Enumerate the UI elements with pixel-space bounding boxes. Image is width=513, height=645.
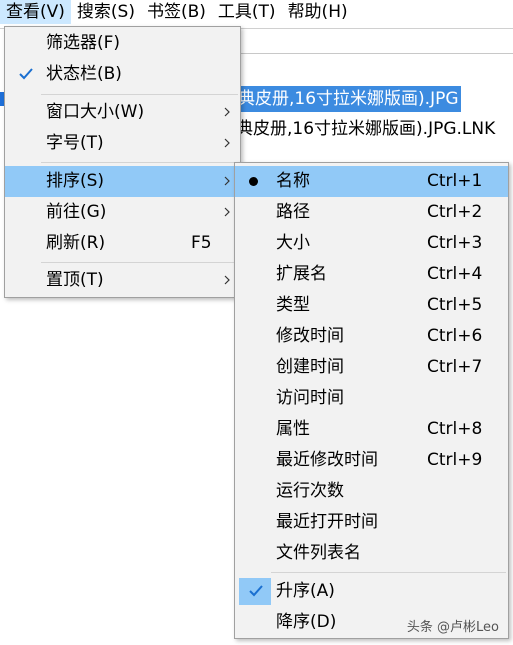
menu-separator bbox=[271, 572, 506, 573]
menu-item-label: 窗口大小(W) bbox=[46, 102, 145, 122]
chevron-right-icon bbox=[224, 138, 230, 148]
sort-menu-item[interactable]: 修改时间 Ctrl+6 bbox=[235, 321, 508, 352]
menu-item-label: 前往(G) bbox=[46, 202, 107, 222]
app-window: 查看(V) 搜索(S) 书签(B) 工具(T) 帮助(H) 典皮册,16寸拉米娜… bbox=[0, 0, 513, 645]
checkmark-icon bbox=[249, 585, 263, 597]
menu-help[interactable]: 帮助(H) bbox=[282, 0, 354, 24]
menu-item-window-size[interactable]: 窗口大小(W) bbox=[5, 97, 240, 128]
search-input[interactable] bbox=[240, 29, 513, 54]
chevron-right-icon bbox=[224, 275, 230, 285]
menu-item-shortcut: Ctrl+4 bbox=[427, 264, 483, 284]
menu-item-font-size[interactable]: 字号(T) bbox=[5, 128, 240, 159]
menu-item-label: 字号(T) bbox=[46, 133, 104, 153]
sort-menu-item[interactable]: 扩展名 Ctrl+4 bbox=[235, 259, 508, 290]
menu-item-label: 状态栏(B) bbox=[46, 64, 122, 84]
menu-bar: 查看(V) 搜索(S) 书签(B) 工具(T) 帮助(H) bbox=[0, 0, 513, 24]
chevron-right-icon bbox=[224, 107, 230, 117]
menu-item-label: 类型 bbox=[276, 295, 310, 315]
menu-item-label: 置顶(T) bbox=[46, 270, 104, 290]
menu-item-shortcut: Ctrl+1 bbox=[427, 171, 483, 191]
menu-item-label: 创建时间 bbox=[276, 357, 344, 377]
menu-item-goto[interactable]: 前往(G) bbox=[5, 197, 240, 228]
view-menu: 筛选器(F) 状态栏(B) 窗口大小(W) 字号(T) 排序(S) 前往(G) … bbox=[4, 26, 241, 298]
menu-separator bbox=[41, 262, 238, 263]
sort-submenu: 名称 Ctrl+1 路径 Ctrl+2 大小 Ctrl+3 扩展名 Ctrl+4 类型 Ctrl+… bbox=[234, 162, 509, 639]
menu-bookmarks[interactable]: 书签(B) bbox=[141, 0, 212, 24]
menu-item-label: 最近修改时间 bbox=[276, 450, 378, 470]
watermark: 头条 @卢彬Leo bbox=[406, 620, 499, 635]
sort-menu-item[interactable]: 大小 Ctrl+3 bbox=[235, 228, 508, 259]
menu-item-shortcut: Ctrl+9 bbox=[427, 450, 483, 470]
menu-item-label: 升序(A) bbox=[276, 581, 335, 601]
menu-item-sort[interactable]: 排序(S) bbox=[5, 166, 240, 197]
menu-tools[interactable]: 工具(T) bbox=[212, 0, 282, 24]
menu-item-label: 访问时间 bbox=[276, 388, 344, 408]
menu-view[interactable]: 查看(V) bbox=[0, 0, 71, 24]
menu-item-label: 最近打开时间 bbox=[276, 512, 378, 532]
file-name: 典皮册,16寸拉米娜版画).JPG.LNK bbox=[236, 119, 496, 139]
menu-item-label: 降序(D) bbox=[276, 612, 337, 632]
menu-item-label: 刷新(R) bbox=[46, 233, 106, 253]
menu-item-label: 名称 bbox=[276, 171, 310, 191]
sort-menu-item[interactable]: 最近打开时间 bbox=[235, 507, 508, 538]
menu-separator bbox=[41, 94, 238, 95]
sort-menu-item[interactable]: 最近修改时间 Ctrl+9 bbox=[235, 445, 508, 476]
menu-item-pin[interactable]: 置顶(T) bbox=[5, 265, 240, 296]
chevron-right-icon bbox=[224, 207, 230, 217]
menu-item-shortcut: Ctrl+3 bbox=[427, 233, 483, 253]
radio-bullet-icon bbox=[249, 177, 258, 186]
menu-item-filter[interactable]: 筛选器(F) bbox=[5, 28, 240, 59]
menu-item-shortcut: Ctrl+6 bbox=[427, 326, 483, 346]
menu-item-ascending[interactable]: 升序(A) bbox=[235, 576, 508, 607]
menu-item-label: 文件列表名 bbox=[276, 543, 361, 563]
sort-menu-item[interactable]: 访问时间 bbox=[235, 383, 508, 414]
menu-item-label: 排序(S) bbox=[46, 171, 105, 191]
menu-item-label: 筛选器(F) bbox=[46, 33, 121, 53]
menu-item-refresh[interactable]: 刷新(R) F5 bbox=[5, 228, 240, 259]
menu-item-shortcut: Ctrl+8 bbox=[427, 419, 483, 439]
menu-item-shortcut: F5 bbox=[191, 233, 212, 253]
menu-item-statusbar[interactable]: 状态栏(B) bbox=[5, 59, 240, 90]
menu-item-shortcut: Ctrl+5 bbox=[427, 295, 483, 315]
menu-search[interactable]: 搜索(S) bbox=[71, 0, 141, 24]
sort-menu-item[interactable]: 名称 Ctrl+1 bbox=[235, 166, 508, 197]
file-name: 典皮册,16寸拉米娜版画).JPG bbox=[236, 86, 461, 112]
menu-separator bbox=[41, 162, 238, 163]
menu-item-label: 运行次数 bbox=[276, 481, 344, 501]
chevron-right-icon bbox=[224, 176, 230, 186]
menu-item-label: 修改时间 bbox=[276, 326, 344, 346]
sort-menu-item[interactable]: 类型 Ctrl+5 bbox=[235, 290, 508, 321]
menu-item-label: 大小 bbox=[276, 233, 310, 253]
sort-menu-item[interactable]: 创建时间 Ctrl+7 bbox=[235, 352, 508, 383]
sort-menu-item[interactable]: 属性 Ctrl+8 bbox=[235, 414, 508, 445]
menu-item-shortcut: Ctrl+7 bbox=[427, 357, 483, 377]
sort-menu-item[interactable]: 运行次数 bbox=[235, 476, 508, 507]
menu-item-label: 属性 bbox=[276, 419, 310, 439]
sort-menu-item[interactable]: 路径 Ctrl+2 bbox=[235, 197, 508, 228]
sort-menu-item[interactable]: 文件列表名 bbox=[235, 538, 508, 569]
menu-item-shortcut: Ctrl+2 bbox=[427, 202, 483, 222]
menu-item-label: 扩展名 bbox=[276, 264, 327, 284]
menu-item-label: 路径 bbox=[276, 202, 310, 222]
checkmark-icon bbox=[19, 68, 33, 80]
